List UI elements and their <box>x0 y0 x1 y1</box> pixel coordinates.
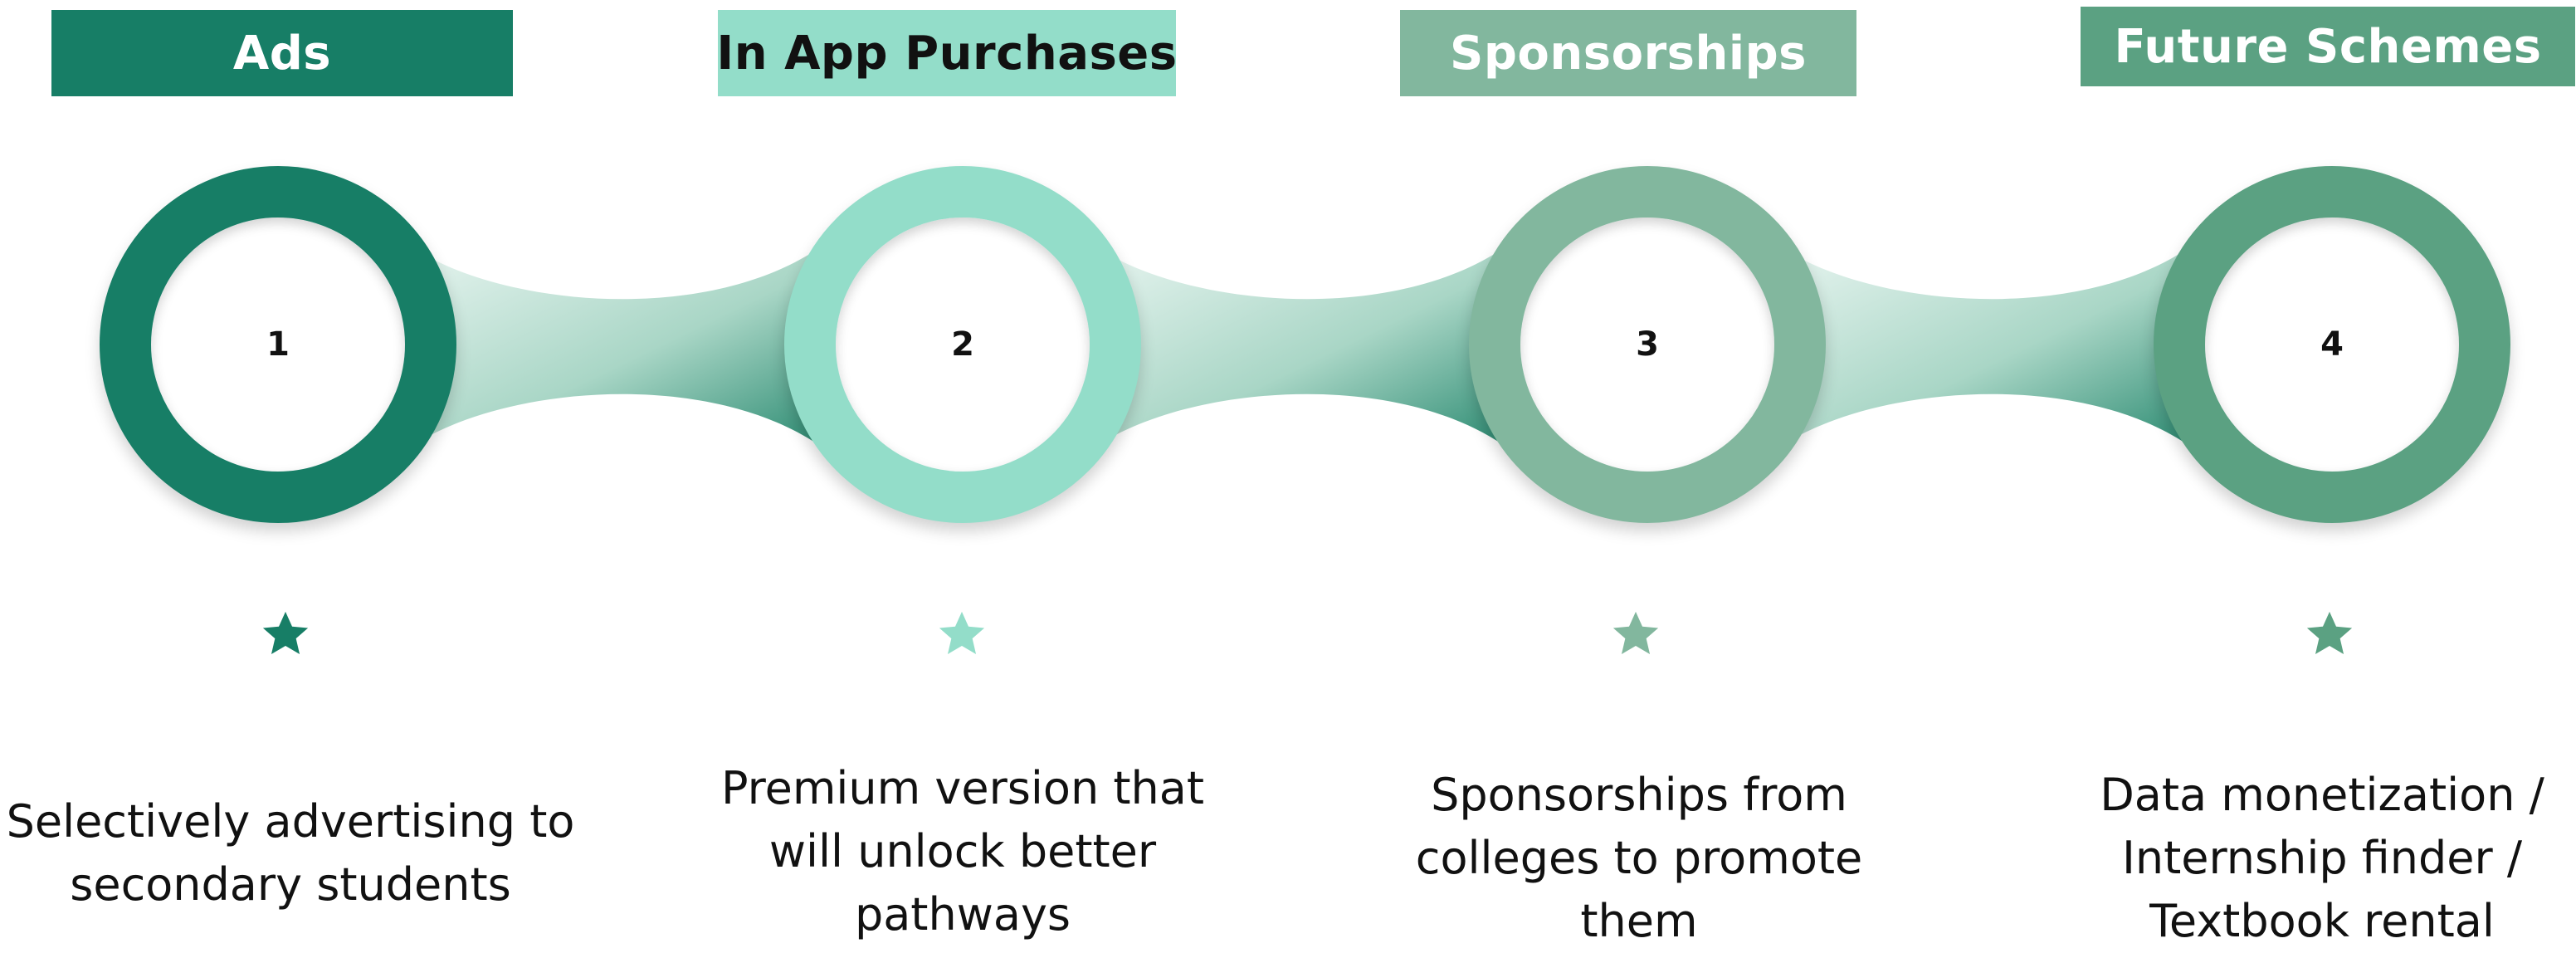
stage-3-title: Sponsorships <box>1450 26 1807 81</box>
stage-2-description-line: pathways <box>854 888 1071 941</box>
stage-3-description-line: them <box>1580 895 1698 947</box>
stage-4-title: Future Schemes <box>2114 19 2542 74</box>
stage-2-title: In App Purchases <box>716 26 1178 81</box>
stage-4-circle: 4 <box>2154 166 2510 523</box>
stage-2-header: In App Purchases <box>716 10 1178 96</box>
stage-1-header: Ads <box>51 10 513 96</box>
stage-3-description-line: Sponsorships from <box>1431 769 1847 821</box>
stage-1-circle: 1 <box>100 166 456 523</box>
stage-3-description-line: colleges to promote <box>1415 832 1863 884</box>
connector-band-2 <box>1100 249 1502 444</box>
stage-2-circle: 2 <box>784 166 1141 523</box>
stage-4-header: Future Schemes <box>2081 7 2575 86</box>
stage-4-description: Data monetization / Internship finder / … <box>2032 764 2576 953</box>
star-icon <box>262 611 309 655</box>
star-icon <box>2306 611 2353 655</box>
revenue-timeline: Ads 1 Selectively advertising to seconda… <box>0 0 2576 947</box>
stage-1-description: Selectively advertising to secondary stu… <box>0 790 581 916</box>
stage-4-description-line: Internship finder / <box>2121 832 2523 884</box>
stage-1-description-line: Selectively advertising to <box>6 795 575 848</box>
stage-1-description-line: secondary students <box>70 858 511 911</box>
connector-band-1 <box>415 249 817 444</box>
star-icon <box>939 611 985 655</box>
stage-2-description-line: will unlock better <box>768 825 1157 877</box>
stage-2-description: Premium version that will unlock better … <box>672 757 1253 946</box>
stage-4-description-line: Textbook rental <box>2149 895 2495 947</box>
stage-4-description-line: Data monetization / <box>2100 769 2544 821</box>
stage-1-title: Ads <box>232 26 332 81</box>
stage-2-number: 2 <box>951 325 974 364</box>
stage-1-number: 1 <box>266 325 290 364</box>
stage-3-number: 3 <box>1636 325 1659 364</box>
stage-3-header: Sponsorships <box>1400 10 1856 96</box>
stage-4-number: 4 <box>2320 325 2344 364</box>
star-icon <box>1612 611 1659 655</box>
connector-band-3 <box>1784 249 2187 444</box>
stage-3-description: Sponsorships from colleges to promote th… <box>1349 764 1930 953</box>
stage-3-circle: 3 <box>1469 166 1826 523</box>
stage-2-description-line: Premium version that <box>720 762 1205 814</box>
